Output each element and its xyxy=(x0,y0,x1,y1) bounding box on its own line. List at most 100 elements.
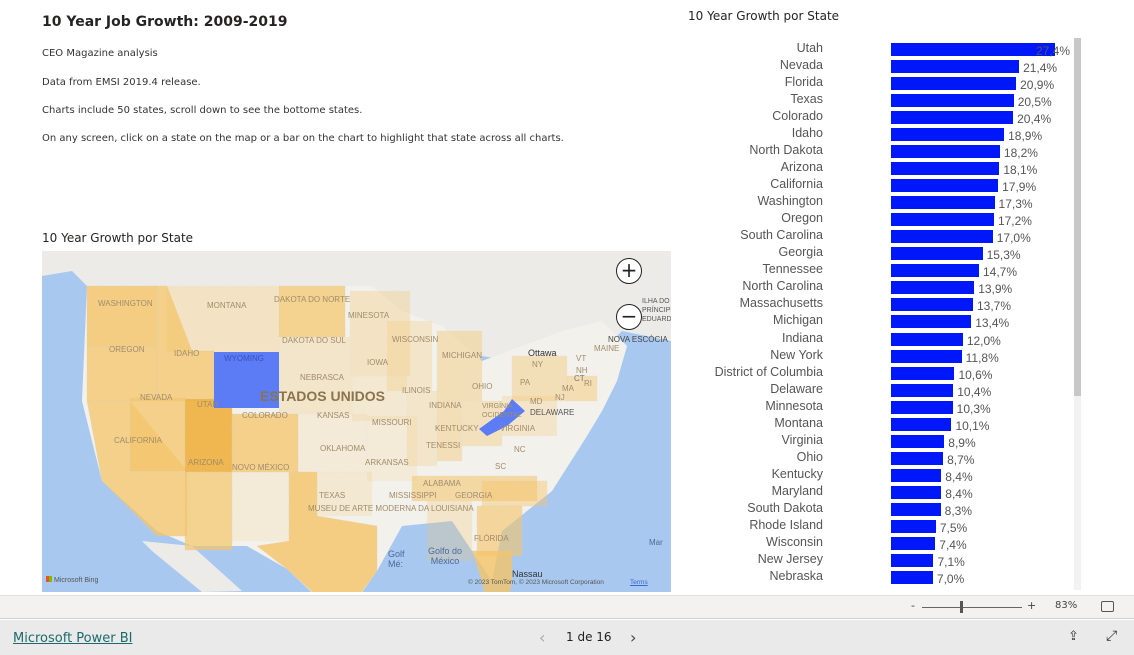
bar[interactable] xyxy=(891,60,1020,74)
bar-label[interactable]: Virginia xyxy=(782,433,823,447)
filled-map[interactable]: WASHINGTON MONTANA DAKOTA DO NORTE MINES… xyxy=(42,251,671,592)
map-zoom-in-button[interactable]: + xyxy=(616,258,642,284)
bar-label[interactable]: Minnesota xyxy=(765,399,823,413)
bar-label[interactable]: North Dakota xyxy=(749,143,823,157)
next-page-button[interactable]: › xyxy=(630,628,636,647)
bar[interactable] xyxy=(891,383,954,397)
map-label: VIRGÍNIA OCIDENTAL xyxy=(482,403,522,419)
bar[interactable] xyxy=(891,77,1017,91)
map-label: RI xyxy=(584,379,592,388)
bar[interactable] xyxy=(891,94,1014,108)
bar[interactable] xyxy=(891,128,1005,142)
bar[interactable] xyxy=(891,230,993,244)
bing-logo: Microsoft Bing xyxy=(46,576,98,584)
bar[interactable] xyxy=(891,417,952,431)
bar[interactable] xyxy=(891,349,962,363)
bar[interactable] xyxy=(891,519,936,533)
bar-label[interactable]: Wisconsin xyxy=(766,535,823,549)
map-label: Ottawa xyxy=(528,348,557,358)
bar[interactable] xyxy=(891,485,942,499)
bar[interactable] xyxy=(891,111,1014,125)
map-label: INDIANA xyxy=(429,401,462,410)
terms-link[interactable]: Terms xyxy=(630,579,648,586)
zoom-in-button[interactable]: + xyxy=(1027,599,1036,612)
zoom-slider[interactable] xyxy=(922,607,1022,608)
map-label: NY xyxy=(532,360,544,369)
bar[interactable] xyxy=(891,468,942,482)
bar[interactable] xyxy=(891,400,953,414)
fit-to-page-icon[interactable] xyxy=(1101,601,1114,612)
bar[interactable] xyxy=(891,43,1055,56)
bar-label[interactable]: Michigan xyxy=(773,313,823,327)
bar[interactable] xyxy=(891,502,941,516)
chart-scrollbar-thumb[interactable] xyxy=(1074,38,1081,396)
bar-label[interactable]: Idaho xyxy=(792,126,823,140)
bar-value-label: 8,3% xyxy=(944,503,973,518)
bar-label[interactable]: Ohio xyxy=(797,450,823,464)
bar[interactable] xyxy=(891,281,975,295)
bar-label[interactable]: District of Columbia xyxy=(715,365,823,379)
bar-label[interactable]: Rhode Island xyxy=(749,518,823,532)
bar-label[interactable]: Massachusetts xyxy=(740,296,823,310)
bar-label[interactable]: South Carolina xyxy=(740,228,823,242)
bar-label[interactable]: Nebraska xyxy=(770,569,824,583)
map-label: NEBRASCA xyxy=(300,373,345,382)
map-label: OREGON xyxy=(109,345,145,354)
bar-label[interactable]: New York xyxy=(770,348,823,362)
bar[interactable] xyxy=(891,536,936,550)
map-title: 10 Year Growth por State xyxy=(42,231,194,245)
bar-label[interactable]: Indiana xyxy=(782,331,823,345)
bar-label[interactable]: Washington xyxy=(757,194,823,208)
bar[interactable] xyxy=(891,332,963,346)
bar-value-label: 8,4% xyxy=(945,469,973,484)
map-label: COLORADO xyxy=(242,411,288,420)
bar-label[interactable]: Texas xyxy=(790,92,823,106)
bar[interactable] xyxy=(891,145,1000,159)
bar-label[interactable]: Tennessee xyxy=(763,262,823,276)
bar[interactable] xyxy=(891,434,945,448)
bar[interactable] xyxy=(891,264,979,278)
fullscreen-icon[interactable]: ⤢ xyxy=(1106,628,1117,644)
bar[interactable] xyxy=(891,179,999,193)
power-bi-link[interactable]: Microsoft Power BI xyxy=(13,631,132,646)
bar-label[interactable]: Colorado xyxy=(772,109,823,123)
bar-label[interactable]: Kentucky xyxy=(772,467,823,481)
bar[interactable] xyxy=(891,570,933,584)
map-label: GEORGIA xyxy=(455,491,493,500)
share-icon[interactable]: ⇪ xyxy=(1068,629,1079,644)
map-label: TEXAS xyxy=(319,491,346,500)
bar-label[interactable]: South Dakota xyxy=(747,501,823,515)
bar-label[interactable]: Nevada xyxy=(780,58,823,72)
bar[interactable] xyxy=(891,213,994,227)
bar-label[interactable]: Montana xyxy=(774,416,823,430)
bar-value-label: 8,7% xyxy=(947,452,975,467)
report-title: 10 Year Job Growth: 2009-2019 xyxy=(42,14,288,30)
bar[interactable] xyxy=(891,162,1000,176)
bar[interactable] xyxy=(891,366,955,380)
bar-label[interactable]: California xyxy=(770,177,823,191)
bar-label[interactable]: Utah xyxy=(797,41,823,55)
bar-label[interactable]: Arizona xyxy=(781,160,823,174)
map-zoom-out-button[interactable]: − xyxy=(616,304,642,330)
bar[interactable] xyxy=(891,553,934,567)
bar-label[interactable]: New Jersey xyxy=(758,552,823,566)
map-label: WISCONSIN xyxy=(392,335,439,344)
bar-value-label: 7,0% xyxy=(936,571,965,586)
map-label: ILINOIS xyxy=(402,386,431,395)
bar-label[interactable]: Delaware xyxy=(770,382,823,396)
map-label: CALIFORNIA xyxy=(114,436,163,445)
bar[interactable] xyxy=(891,196,995,210)
bar-value-label: 27,4% xyxy=(1036,44,1071,58)
bar[interactable] xyxy=(891,451,944,465)
bar-label[interactable]: Georgia xyxy=(779,245,823,259)
bar-label[interactable]: Maryland xyxy=(772,484,823,498)
bar-label[interactable]: Oregon xyxy=(781,211,823,225)
zoom-out-button[interactable]: - xyxy=(911,599,915,612)
zoom-slider-thumb[interactable] xyxy=(960,601,963,613)
bar[interactable] xyxy=(891,247,983,261)
bar[interactable] xyxy=(891,315,972,329)
bar-label[interactable]: Florida xyxy=(785,75,823,89)
prev-page-button[interactable]: ‹ xyxy=(539,628,545,647)
bar[interactable] xyxy=(891,298,973,312)
bar-label[interactable]: North Carolina xyxy=(742,279,823,293)
